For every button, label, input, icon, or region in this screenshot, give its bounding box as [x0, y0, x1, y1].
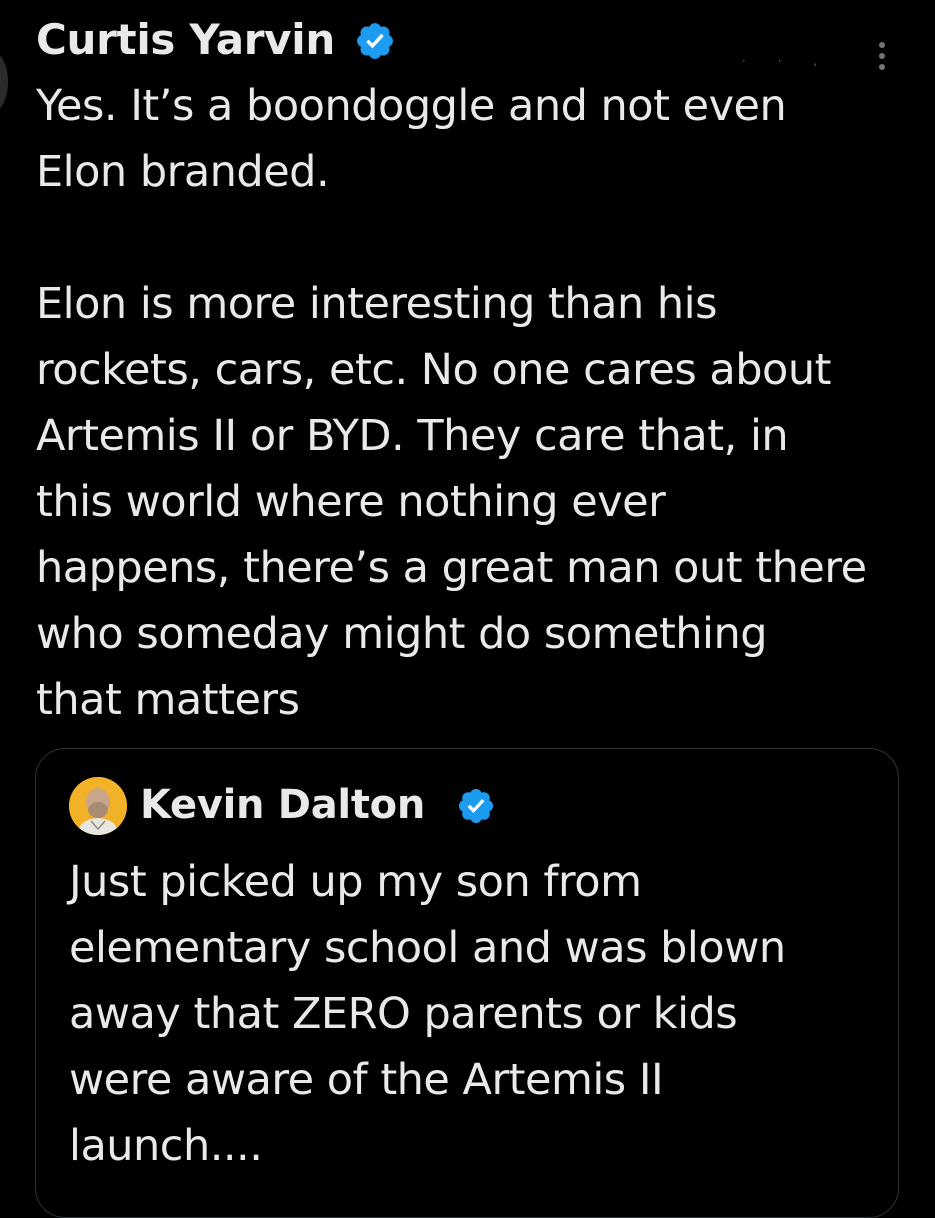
quoted-post-card[interactable]: Kevin Dalton Just picked up my son from … [35, 748, 899, 1218]
post-text-line: Artemis II or BYD. They care that, in [36, 411, 789, 461]
post-header: Curtis Yarvin · · , [36, 14, 896, 70]
post-text-line: rockets, cars, etc. No one cares about [36, 345, 831, 395]
author-name[interactable]: Curtis Yarvin [36, 14, 335, 66]
verified-badge-icon [357, 23, 393, 59]
quoted-text-line: launch.... [69, 1121, 263, 1171]
post-text-line: Yes. It’s a boondoggle and not even [36, 81, 787, 131]
post-text-line: who someday might do something [36, 609, 768, 659]
author-avatar[interactable] [0, 52, 8, 112]
quoted-author-name[interactable]: Kevin Dalton [140, 779, 425, 831]
more-options-button[interactable] [864, 38, 900, 74]
quoted-text-line: away that ZERO parents or kids [69, 989, 738, 1039]
quoted-text-line: elementary school and was blown [69, 923, 786, 973]
quoted-post-text: Just picked up my son from elementary sc… [69, 849, 889, 1179]
quoted-author-avatar[interactable] [69, 777, 127, 835]
post-text-line: Elon is more interesting than his [36, 279, 718, 329]
post-text: Yes. It’s a boondoggle and not even Elon… [36, 73, 916, 733]
quoted-text-line: Just picked up my son from [69, 857, 642, 907]
verified-badge-icon [458, 788, 494, 824]
post-text-line: that matters [36, 675, 300, 725]
faint-artifact: · · , [742, 54, 832, 68]
avatar-photo-icon [69, 777, 127, 835]
post-text-line: this world where nothing ever [36, 477, 666, 527]
post-text-line: Elon branded. [36, 147, 330, 197]
post-text-line: happens, there’s a great man out there [36, 543, 867, 593]
quoted-text-line: were aware of the Artemis II [69, 1055, 664, 1105]
more-options-icon [879, 42, 885, 48]
